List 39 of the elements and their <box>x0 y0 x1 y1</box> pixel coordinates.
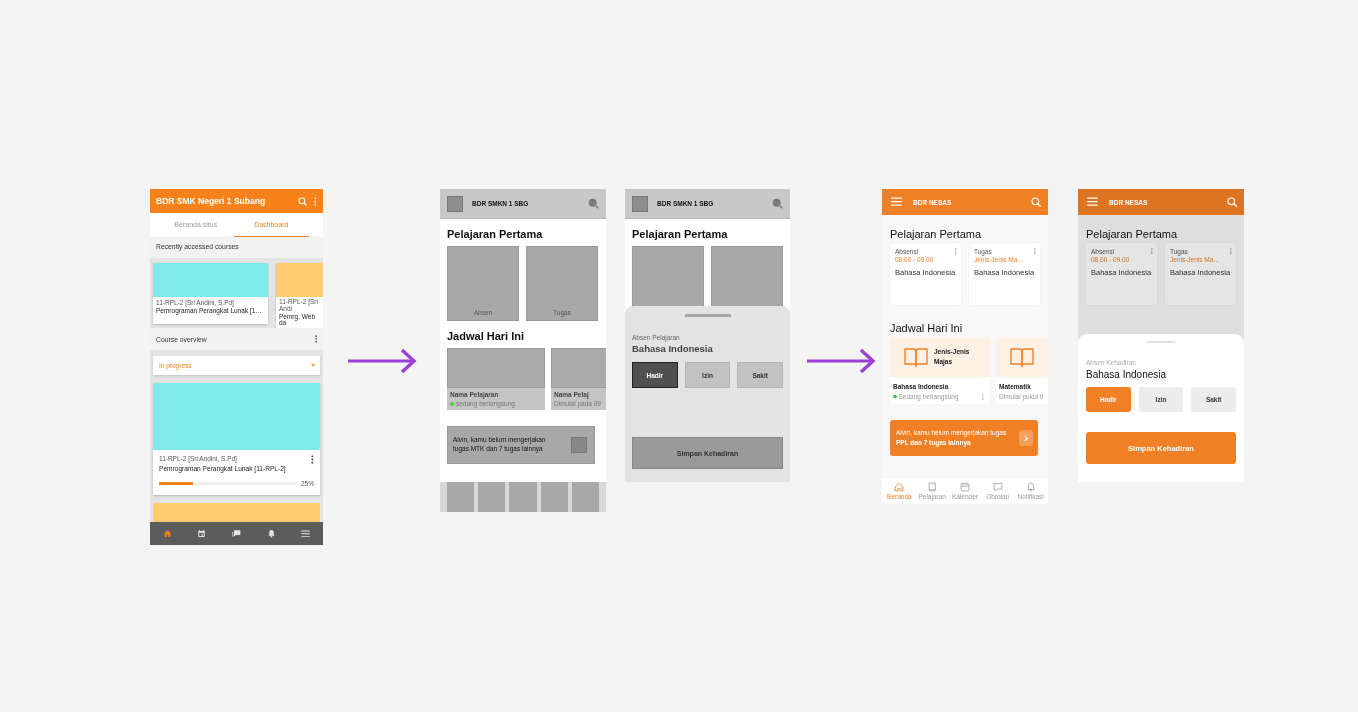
home-icon[interactable] <box>162 529 172 538</box>
search-icon[interactable] <box>772 198 783 209</box>
sheet-title: Bahasa Indonesia <box>1086 369 1168 380</box>
section-title: Pelajaran Pertama <box>1086 228 1179 242</box>
open-book-icon <box>1010 347 1034 367</box>
next-button[interactable] <box>1019 430 1033 446</box>
bell-icon[interactable] <box>266 529 276 538</box>
chevron-right-icon <box>1024 434 1028 442</box>
messages-icon[interactable] <box>232 529 241 538</box>
section-title: Pelajaran Pertama <box>890 228 983 242</box>
section-title: Jadwal Hari Ini <box>890 322 964 336</box>
nav-item-placeholder[interactable] <box>540 482 568 512</box>
nav-item-placeholder[interactable] <box>447 482 475 512</box>
menu-icon[interactable] <box>301 529 311 538</box>
sheet-handle[interactable] <box>684 314 731 317</box>
nav-item-placeholder[interactable] <box>478 482 506 512</box>
section-title: Pelajaran Pertama <box>447 228 544 242</box>
open-book-icon <box>904 347 928 367</box>
home-icon[interactable] <box>894 482 905 493</box>
sheet-title: Bahasa Indonesia <box>632 343 714 354</box>
more-icon[interactable] <box>311 455 314 464</box>
nav-item-placeholder[interactable] <box>571 482 599 512</box>
chat-icon[interactable] <box>992 482 1003 493</box>
arrow-icon <box>806 347 876 375</box>
logo-placeholder <box>447 195 463 212</box>
calendar-icon[interactable] <box>197 529 207 538</box>
more-icon[interactable] <box>314 335 317 343</box>
arrow-icon <box>347 347 417 375</box>
logo-placeholder <box>632 195 648 212</box>
section-title: Pelajaran Pertama <box>632 228 729 242</box>
caret-icon <box>311 364 315 367</box>
search-icon[interactable] <box>588 198 599 209</box>
app-title: BDR SMK Negeri 1 Subang <box>156 196 267 206</box>
section-title: Jadwal Hari Ini <box>447 330 526 344</box>
search-icon[interactable] <box>1227 197 1237 207</box>
search-icon[interactable] <box>1031 197 1041 207</box>
book-icon[interactable] <box>927 482 938 493</box>
search-icon[interactable] <box>298 196 308 206</box>
icon-placeholder <box>571 437 587 453</box>
